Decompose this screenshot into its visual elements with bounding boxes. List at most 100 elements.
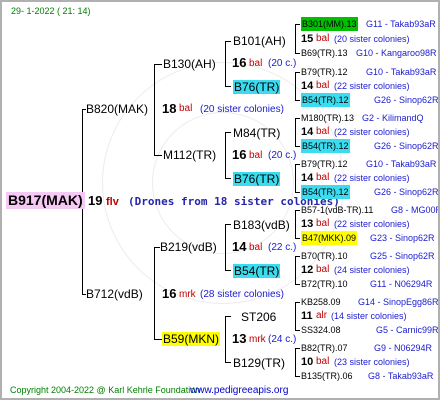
gen2-abbr: bal: [249, 58, 263, 69]
copyright-text: Copyright 2004-2022 @ Karl Kehrle Founda…: [10, 385, 201, 395]
gen3-sisters: (22 sister colonies): [334, 219, 410, 229]
gen3-mother-ref: G26 - Sinop62R: [374, 187, 439, 197]
gen3-num: 14: [301, 80, 314, 92]
gen3-father-ref: G8 - MG00R: [391, 205, 440, 215]
connector-line: [225, 362, 231, 363]
connector-line: [295, 192, 300, 193]
connector-line: [295, 53, 300, 54]
connector-line: [295, 24, 300, 25]
gen1-queen[interactable]: B820(MAK): [86, 102, 148, 116]
gen3-mother[interactable]: B72(TR).10: [301, 277, 348, 291]
connector-line: [295, 376, 300, 377]
gen3-queen[interactable]: ST206: [241, 310, 276, 324]
gen3-abbr: bal: [316, 126, 330, 137]
gen3-num: 14: [301, 172, 314, 184]
gen2-queen-highlighted[interactable]: B59(MKN): [162, 332, 221, 346]
gen3-mother[interactable]: B69(TR).13: [301, 46, 348, 60]
gen2-sisters: (20 c.): [268, 58, 297, 69]
gen3-queen-highlighted[interactable]: B76(TR): [233, 172, 281, 186]
gen3-mother[interactable]: B47(MKK).09: [301, 231, 358, 245]
gen3-abbr: alr: [316, 310, 328, 321]
gen2-num: 16: [232, 147, 247, 162]
connector-line: [225, 132, 231, 133]
gen3-mother[interactable]: B54(TR).12: [301, 185, 350, 199]
gen3-father[interactable]: B57-1(vdB-TR).11: [301, 203, 373, 217]
gen2-abbr: mrk: [249, 334, 266, 345]
connector-line: [295, 164, 296, 193]
gen2-queen[interactable]: B130(AH): [163, 57, 216, 71]
gen3-father[interactable]: B82(TR).07: [301, 341, 348, 355]
gen3-father-ref: G25 - Sinop62R: [370, 251, 435, 261]
connector-line: [295, 118, 300, 119]
gen1-sisters: (28 sister colonies): [200, 289, 284, 300]
connector-line: [295, 302, 300, 303]
gen3-father-ref: G10 - Takab93aR: [366, 159, 437, 169]
gen3-mother[interactable]: B54(TR).12: [301, 139, 350, 153]
gen3-sisters: (20 sister colonies): [334, 34, 410, 44]
gen2-num: 16: [232, 55, 247, 70]
gen3-queen[interactable]: B101(AH): [233, 34, 286, 48]
gen3-mother[interactable]: B135(TR).06: [301, 369, 353, 383]
connector-line: [295, 164, 300, 165]
connector-line: [295, 348, 296, 377]
connector-line: [295, 238, 300, 239]
connector-line: [295, 118, 296, 147]
connector-line: [225, 270, 231, 271]
gen3-queen-highlighted[interactable]: B54(TR): [233, 264, 281, 278]
gen1-sisters: (20 sister colonies): [200, 104, 284, 115]
root-queen[interactable]: B917(MAK): [6, 192, 85, 209]
gen3-queen[interactable]: B183(vdB): [233, 218, 290, 232]
connector-line: [295, 330, 300, 331]
connector-line: [295, 72, 300, 73]
gen3-mother-ref: G26 - Sinop62R: [374, 141, 439, 151]
gen3-queen-highlighted[interactable]: B76(TR): [233, 80, 281, 94]
connector-line: [154, 247, 155, 340]
gen1-queen[interactable]: B712(vdB): [86, 287, 143, 301]
root-abbr: flv: [106, 196, 119, 208]
gen2-queen[interactable]: M112(TR): [163, 148, 216, 162]
gen2-sisters: (22 c.): [268, 242, 297, 253]
gen3-mother-ref: G10 - Kangaroo98R: [356, 48, 437, 58]
gen3-sisters: (22 sister colonies): [334, 173, 410, 183]
gen3-father-ref: G2 - KilimandQ: [362, 113, 424, 123]
gen2-num: 13: [232, 331, 247, 346]
connector-line: [225, 316, 226, 363]
connector-line: [225, 224, 231, 225]
gen3-sisters: (24 sister colonies): [334, 265, 410, 275]
gen2-abbr: bal: [249, 242, 263, 253]
gen3-father[interactable]: KB258.09: [301, 295, 341, 309]
pedigree-canvas: 29- 1-2022 ( 21: 14) Copyright 2004-2022…: [0, 0, 440, 400]
connector-line: [295, 210, 300, 211]
gen3-queen[interactable]: B129(TR): [233, 356, 285, 370]
connector-line: [225, 316, 231, 317]
gen3-num: 12: [301, 264, 314, 276]
gen3-father-ref: G10 - Takab93aR: [366, 67, 437, 77]
gen1-num: 16: [162, 286, 177, 301]
connector-line: [295, 100, 300, 101]
gen3-sisters: (23 sister colonies): [334, 357, 410, 367]
gen3-num: 15: [301, 33, 314, 45]
gen3-abbr: bal: [316, 172, 330, 183]
connector-line: [295, 256, 296, 285]
gen3-mother[interactable]: SS324.08: [301, 323, 341, 337]
gen3-mother[interactable]: B54(TR).12: [301, 93, 350, 107]
connector-line: [225, 132, 226, 179]
gen3-abbr: bal: [316, 264, 330, 275]
connector-line: [154, 64, 155, 156]
gen2-queen[interactable]: B219(vdB): [160, 240, 217, 254]
gen3-father[interactable]: B79(TR).12: [301, 65, 348, 79]
gen3-mother-ref: G23 - Sinop62R: [370, 233, 435, 243]
gen1-num: 18: [162, 101, 177, 116]
website-link[interactable]: www.pedigreeapis.org: [190, 384, 288, 398]
gen3-sisters: (22 sister colonies): [334, 81, 410, 91]
gen2-sisters: (24 c.): [268, 334, 297, 345]
gen1-abbr: bal: [179, 103, 193, 114]
gen3-queen[interactable]: M84(TR): [233, 126, 280, 140]
gen3-father[interactable]: B70(TR).10: [301, 249, 348, 263]
gen3-father[interactable]: B301(MM).13: [301, 17, 358, 31]
gen3-father-ref: G14 - SinopEgg86R: [358, 297, 439, 307]
gen3-sisters: (22 sister colonies): [334, 127, 410, 137]
gen3-abbr: bal: [316, 356, 330, 367]
gen3-father[interactable]: M180(TR).13: [301, 111, 354, 125]
gen3-father[interactable]: B79(TR).12: [301, 157, 348, 171]
